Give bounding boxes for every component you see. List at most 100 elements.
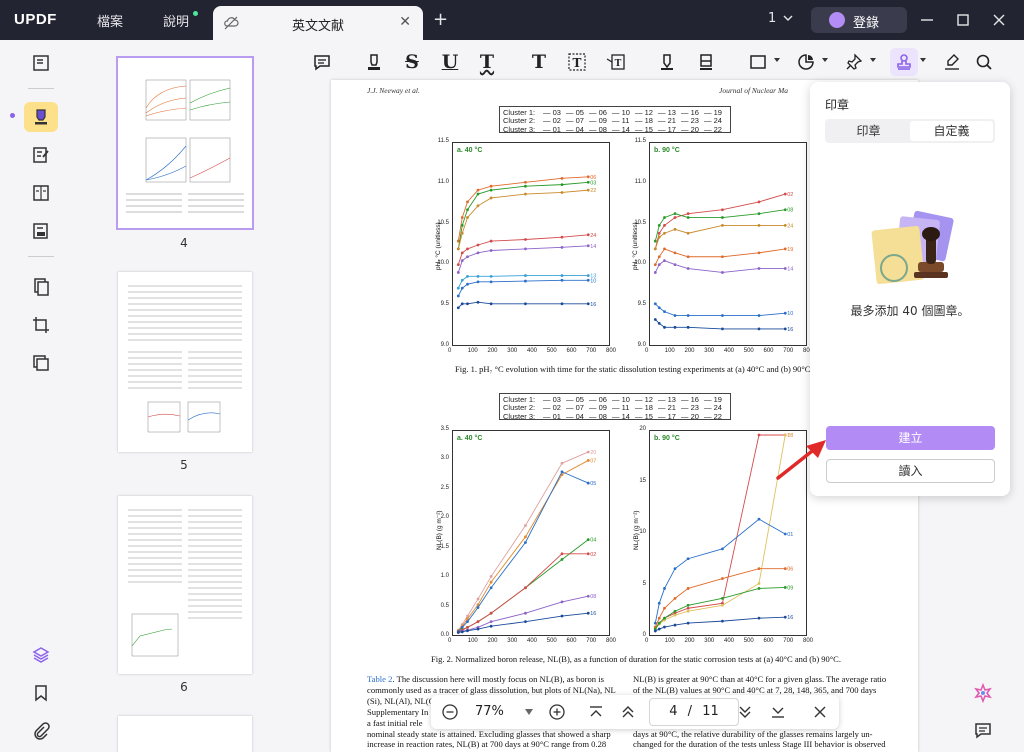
chevron-down-icon[interactable] [782,12,794,24]
chevron-down-icon[interactable] [822,58,828,62]
close-icon[interactable]: ✕ [399,14,411,30]
table-reference-link[interactable]: Table 2 [367,674,392,684]
y-tick-label: 3.5 [440,426,449,432]
text-button[interactable]: T [525,48,553,76]
legend-entry: — 01 [543,411,561,421]
data-point [721,314,724,317]
data-point [686,609,690,613]
thumbnail-page-4[interactable] [116,56,254,230]
data-point [757,433,761,437]
legend-entry: — 08 [589,411,607,421]
squiggly-button[interactable]: T [473,48,501,76]
thumbnail-page-5[interactable] [118,272,252,452]
thumbnail-page-7[interactable] [118,716,252,752]
data-point [663,259,666,263]
edit-pdf-button[interactable] [24,140,58,170]
zoom-level[interactable]: 77% [475,704,504,719]
data-point [721,327,724,331]
eraser-button[interactable] [692,48,720,76]
import-stamp-button[interactable]: 讀入 [826,459,995,483]
menu-help[interactable]: 說明 [163,11,189,30]
bookmark-button[interactable] [24,678,58,708]
tab-custom[interactable]: 自定義 [910,121,993,141]
sign-button[interactable] [24,216,58,246]
maximize-icon[interactable] [953,10,973,30]
sticky-note-button[interactable] [308,48,336,76]
menu-file[interactable]: 檔案 [97,11,123,30]
legend-entry: — 17 [658,124,676,134]
y-tick-label: 1.5 [440,543,449,550]
data-point [757,567,761,571]
login-button[interactable]: 登錄 [811,7,907,33]
legend-entry: — 04 [566,411,584,421]
chevron-down-icon[interactable] [774,58,780,62]
minimize-icon[interactable] [917,10,937,30]
close-navigation-button[interactable] [809,701,831,723]
previous-page-button[interactable] [617,701,639,723]
series-end-label: 02 [590,552,596,558]
tab-count[interactable]: 1 [768,11,776,26]
form-button[interactable] [24,178,58,208]
page-number-input[interactable]: 4 / 11 [649,698,739,726]
next-page-button[interactable] [734,701,756,723]
shape-button[interactable] [744,48,772,76]
text-callout-button[interactable]: T [602,48,630,76]
zoom-in-button[interactable] [546,701,568,723]
highlight-button[interactable] [360,48,388,76]
ai-assistant-button[interactable] [970,680,996,706]
search-button[interactable] [970,48,998,76]
chevron-down-icon[interactable] [525,709,533,715]
data-point [524,180,527,184]
data-point [586,233,590,237]
data-point [686,325,690,329]
data-point [783,586,787,589]
strikethrough-button[interactable]: S [398,48,426,76]
data-point [757,251,761,255]
figure-caption: Fig. 1. pH₇ °C evolution with time for t… [455,364,813,374]
first-page-button[interactable] [585,701,607,723]
tab-stamp[interactable]: 印章 [827,121,910,141]
data-point [489,586,493,590]
y-tick-label: 9.0 [440,342,449,348]
add-tab-icon[interactable]: + [433,9,448,30]
chart-fig1b: b. 90 °C 02 08 24 19 14 10 16 [649,142,807,346]
thumbnail-page-6[interactable] [118,496,252,674]
last-page-button[interactable] [767,701,789,723]
attachment-button[interactable] [24,716,58,746]
comments-list-button[interactable] [970,717,996,743]
underline-button[interactable]: U [436,48,464,76]
chart-fig1a: a. 40 °C 06 03 22 24 14 13 10 16 [452,142,610,346]
x-tick-label: 600 [566,348,577,354]
pencil-button[interactable] [653,48,681,76]
signature-button[interactable] [938,48,966,76]
chevron-down-icon[interactable] [920,58,926,62]
crop-button[interactable] [24,310,58,340]
data-point [476,280,480,284]
sticker-button[interactable] [792,48,820,76]
data-point [560,558,564,561]
page-separator: / [687,704,693,719]
x-tick-label: 200 [684,348,695,354]
text-box-button[interactable]: T [563,48,591,76]
tools-button[interactable] [24,348,58,378]
window-close-icon[interactable] [989,10,1009,30]
layers-button[interactable] [24,640,58,670]
tab-document[interactable]: 英文文献 ✕ [213,6,423,40]
data-point [586,302,590,306]
chevron-down-icon[interactable] [870,58,876,62]
create-stamp-button[interactable]: 建立 [826,426,995,450]
data-point [456,247,460,251]
data-point [657,601,661,605]
legend-entry: — 14 [612,411,630,421]
stamp-button[interactable] [890,48,918,76]
panel-label: b. 90 °C [654,435,680,442]
data-point [721,255,724,259]
organize-pages-button[interactable] [24,272,58,302]
data-point [653,239,657,243]
zoom-out-button[interactable] [439,701,461,723]
data-point [524,274,527,277]
reader-mode-button[interactable] [24,48,58,78]
comment-mode-button[interactable] [24,102,58,132]
bookmark-icon [35,685,47,702]
pin-button[interactable] [840,48,868,76]
